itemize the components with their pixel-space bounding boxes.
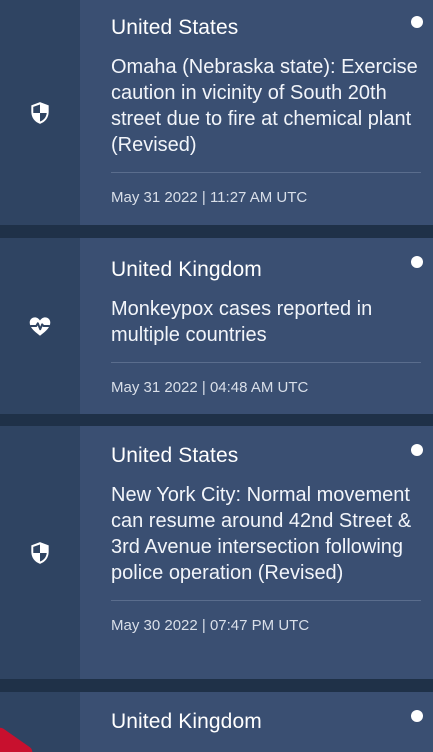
alert-timestamp: May 30 2022 | 07:47 PM UTC <box>111 617 310 634</box>
unread-indicator <box>411 444 423 456</box>
alert-card[interactable]: United Kingdom <box>0 692 433 752</box>
alert-category-rail <box>0 426 80 679</box>
alert-country: United States <box>111 444 239 467</box>
alert-content: United States New York City: Normal move… <box>80 426 433 679</box>
shield-icon <box>31 541 49 564</box>
alert-card[interactable]: United States New York City: Normal move… <box>0 426 433 679</box>
alert-country: United Kingdom <box>111 258 262 281</box>
alert-category-rail <box>0 238 80 414</box>
alert-category-rail <box>0 692 80 752</box>
divider <box>111 600 421 601</box>
alert-timestamp: May 31 2022 | 11:27 AM UTC <box>111 189 308 206</box>
alert-category-rail <box>0 0 80 225</box>
alert-card[interactable]: United Kingdom Monkeypox cases reported … <box>0 238 433 414</box>
unread-indicator <box>411 256 423 268</box>
alert-headline: New York City: Normal movement can resum… <box>111 484 412 584</box>
alert-headline: Monkeypox cases reported in multiple cou… <box>111 298 373 346</box>
divider <box>111 362 421 363</box>
alert-country: United Kingdom <box>111 710 262 733</box>
health-heart-icon <box>29 317 51 336</box>
unread-indicator <box>411 16 423 28</box>
alert-headline: Omaha (Nebraska state): Exercise caution… <box>111 56 418 156</box>
alert-content: United States Omaha (Nebraska state): Ex… <box>80 0 433 225</box>
divider <box>111 172 421 173</box>
warning-triangle-icon <box>0 725 35 752</box>
shield-icon <box>31 101 49 124</box>
alert-timestamp: May 31 2022 | 04:48 AM UTC <box>111 379 309 396</box>
unread-indicator <box>411 710 423 722</box>
alert-card[interactable]: United States Omaha (Nebraska state): Ex… <box>0 0 433 225</box>
alert-content: United Kingdom <box>80 692 433 752</box>
alert-country: United States <box>111 16 239 39</box>
alerts-feed: United States Omaha (Nebraska state): Ex… <box>0 0 433 752</box>
alert-content: United Kingdom Monkeypox cases reported … <box>80 238 433 414</box>
